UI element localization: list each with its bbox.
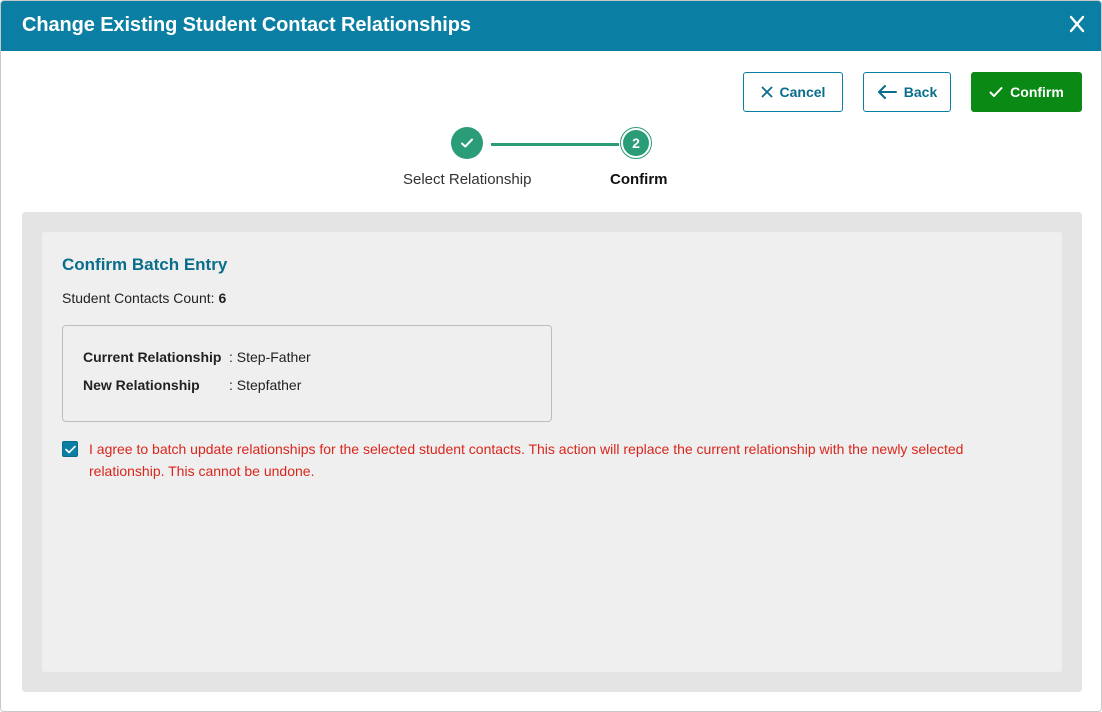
new-relationship-row: New Relationship : Stepfather [83,377,301,393]
step-1-label: Select Relationship [403,171,532,188]
cancel-label: Cancel [779,84,826,100]
step-2-label: Confirm [610,171,668,188]
count-label: Student Contacts Count: [62,290,215,306]
current-relationship-row: Current Relationship : Step-Father [83,349,311,365]
step-connector [491,143,619,146]
current-relationship-value: : Step-Father [229,349,311,365]
section-title: Confirm Batch Entry [62,255,228,274]
stepper: 2 Select Relationship Confirm [1,125,1101,195]
contacts-count: Student Contacts Count: 6 [62,290,226,306]
check-icon [64,445,76,453]
agree-checkbox[interactable] [62,441,78,457]
relationship-summary: Current Relationship : Step-Father New Re… [62,325,552,422]
step-1-completed [451,127,483,159]
confirm-label: Confirm [1010,84,1064,100]
close-button[interactable] [1065,12,1089,36]
count-value: 6 [218,290,227,306]
confirm-button[interactable]: Confirm [971,72,1082,112]
new-relationship-label: New Relationship [83,377,200,393]
close-icon [1069,15,1085,33]
back-label: Back [903,84,938,100]
dialog: Change Existing Student Contact Relation… [0,0,1102,712]
cancel-button[interactable]: Cancel [743,72,843,112]
back-button[interactable]: Back [863,72,951,112]
x-icon [761,86,772,98]
arrow-left-icon [877,85,897,99]
dialog-title: Change Existing Student Contact Relation… [22,14,471,36]
content-panel: Confirm Batch Entry Student Contacts Cou… [22,212,1082,692]
dialog-header: Change Existing Student Contact Relation… [1,1,1101,51]
current-relationship-label: Current Relationship [83,349,222,365]
new-relationship-value: : Stepfather [229,377,302,393]
confirm-card: Confirm Batch Entry Student Contacts Cou… [42,232,1062,672]
step-2-number: 2 [623,130,649,156]
agree-text: I agree to batch update relationships fo… [89,441,964,479]
check-icon [461,138,473,148]
check-icon [989,87,1003,97]
step-2-current: 2 [620,127,652,159]
